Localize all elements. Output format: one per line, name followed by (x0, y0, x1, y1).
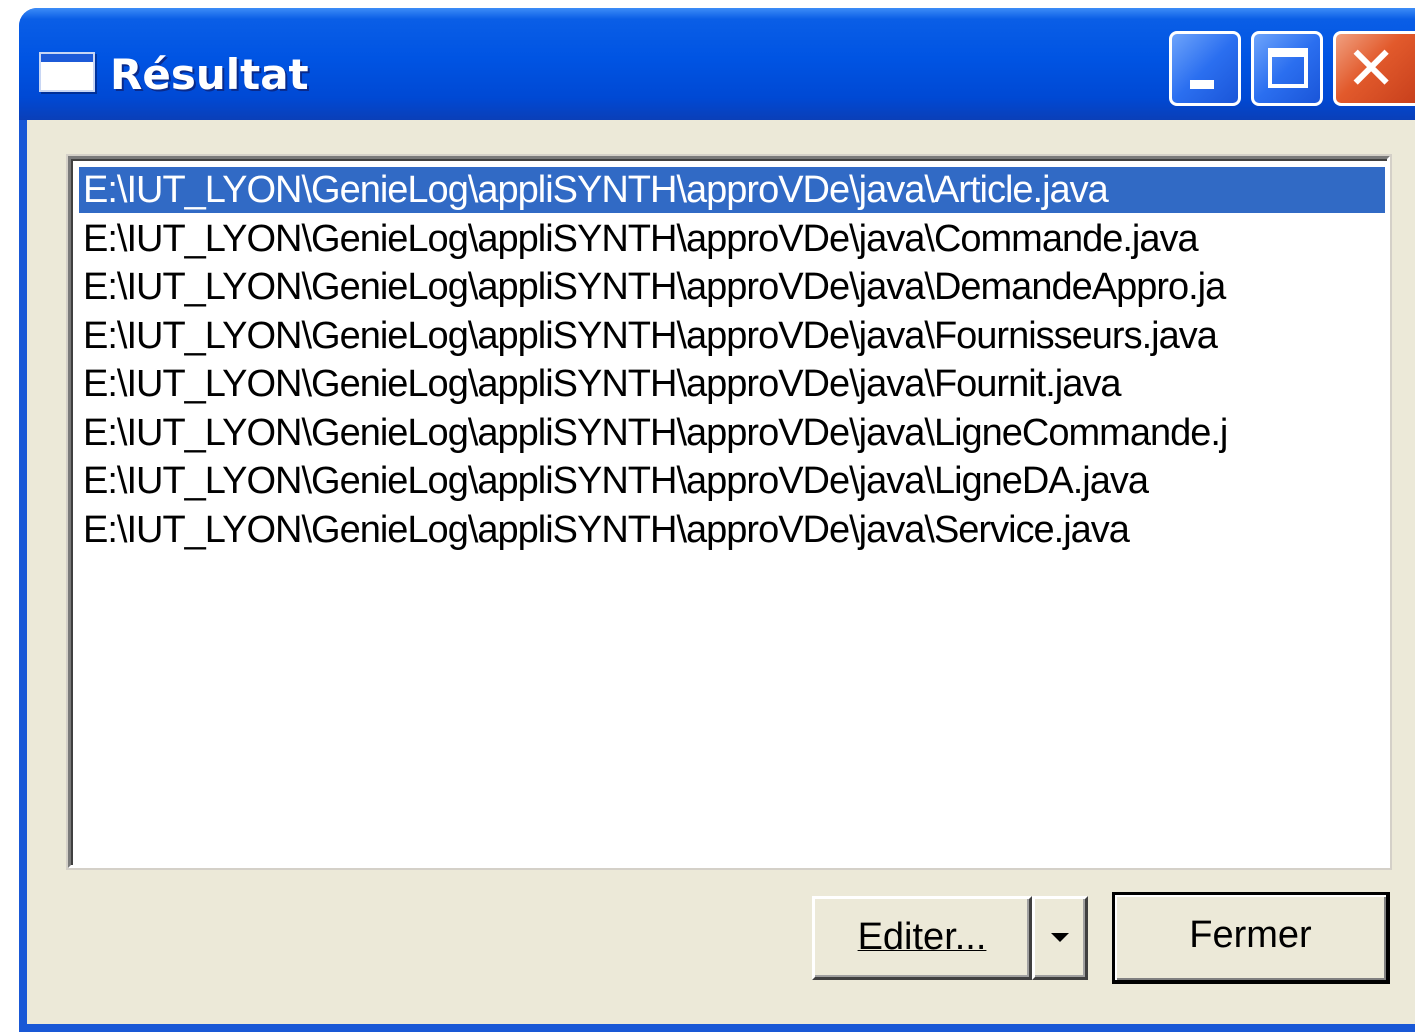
close-dialog-button[interactable]: Fermer (1112, 892, 1390, 984)
window-icon (39, 52, 95, 92)
file-list-item[interactable]: E:\IUT_LYON\GenieLog\appliSYNTH\approVDe… (79, 410, 1385, 456)
edit-button-label: Editer... (857, 916, 987, 958)
chevron-down-icon (1051, 933, 1069, 942)
minimize-icon (1190, 80, 1214, 89)
edit-options-dropdown-button[interactable] (1032, 896, 1088, 980)
file-list-item[interactable]: E:\IUT_LYON\GenieLog\appliSYNTH\approVDe… (79, 458, 1385, 504)
maximize-icon (1268, 48, 1308, 88)
minimize-button[interactable] (1169, 31, 1241, 106)
close-window-button[interactable]: ✕ (1333, 31, 1415, 106)
file-list[interactable]: E:\IUT_LYON\GenieLog\appliSYNTH\approVDe… (66, 154, 1392, 870)
file-list-item[interactable]: E:\IUT_LYON\GenieLog\appliSYNTH\approVDe… (79, 216, 1385, 262)
file-list-item[interactable]: E:\IUT_LYON\GenieLog\appliSYNTH\approVDe… (79, 313, 1385, 359)
dialog-body: E:\IUT_LYON\GenieLog\appliSYNTH\approVDe… (27, 120, 1415, 1024)
close-icon: ✕ (1346, 34, 1397, 104)
result-window: Résultat ✕ E:\IUT_LYON\GenieLog\appliSYN… (19, 8, 1415, 1032)
close-dialog-button-label: Fermer (1189, 914, 1312, 956)
file-list-item[interactable]: E:\IUT_LYON\GenieLog\appliSYNTH\approVDe… (79, 167, 1385, 213)
file-list-item[interactable]: E:\IUT_LYON\GenieLog\appliSYNTH\approVDe… (79, 264, 1385, 310)
edit-button[interactable]: Editer... (812, 896, 1032, 980)
file-list-item[interactable]: E:\IUT_LYON\GenieLog\appliSYNTH\approVDe… (79, 507, 1385, 553)
file-list-item[interactable]: E:\IUT_LYON\GenieLog\appliSYNTH\approVDe… (79, 361, 1385, 407)
maximize-button[interactable] (1251, 31, 1323, 106)
title-bar[interactable]: Résultat ✕ (19, 8, 1415, 120)
window-title: Résultat (110, 50, 309, 99)
